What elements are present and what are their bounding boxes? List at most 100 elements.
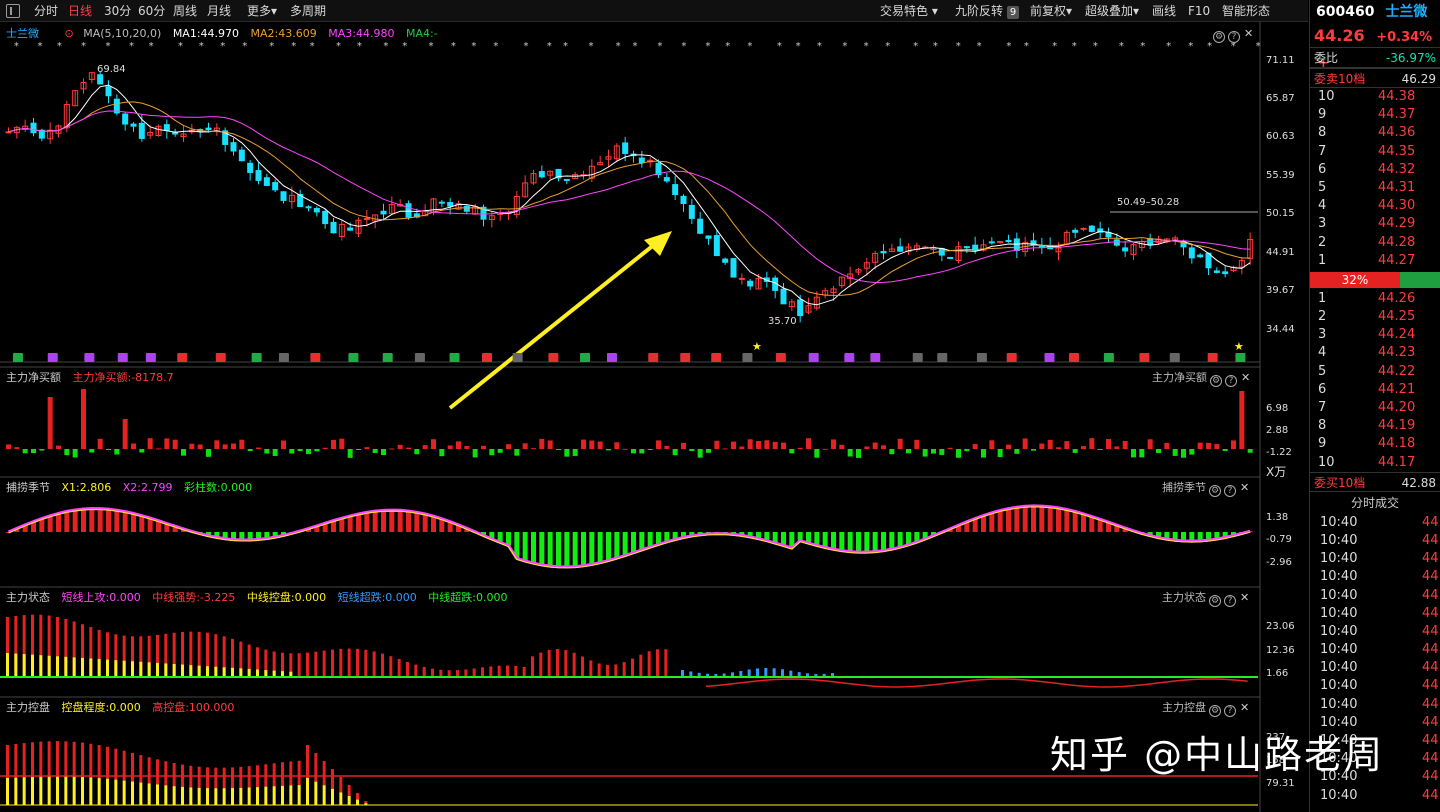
capital-bar: [231, 443, 236, 449]
capital-bar: [422, 445, 428, 449]
candle-body: [305, 206, 312, 209]
draw-line-button[interactable]: 画线: [1152, 3, 1176, 19]
control-bar: [106, 778, 109, 805]
capital-bar: [256, 447, 261, 449]
close-icon[interactable]: ✕: [1240, 590, 1249, 606]
control-bar: [322, 785, 326, 805]
candle-body: [322, 210, 329, 225]
close-icon[interactable]: ✕: [1241, 370, 1250, 386]
tab-60min[interactable]: 60分: [138, 3, 165, 19]
tab-timeshare[interactable]: 分时: [34, 3, 58, 19]
f10-button[interactable]: F10: [1188, 3, 1210, 19]
control-bar: [331, 769, 334, 789]
weibi-row: 委比 -36.97%: [1310, 48, 1440, 68]
candle-body: [130, 123, 137, 127]
star-marker: *: [1006, 41, 1011, 52]
control-bar: [264, 786, 268, 805]
settings-icon[interactable]: ⚙: [1209, 705, 1221, 717]
capital-bar: [989, 440, 995, 449]
price-axis-label: 39.67: [1266, 285, 1295, 296]
chart-area[interactable]: * * * * * * * * * * * * * * * * * * * * * * * * * * * * * * * * * * * * * * * *…: [0, 22, 1308, 812]
sidebar-toggle-icon[interactable]: [6, 4, 20, 18]
trade-feature-menu[interactable]: 交易特色 ▾: [880, 3, 938, 19]
control-bar: [6, 778, 9, 805]
star-marker: *: [796, 41, 801, 52]
state-bar: [264, 670, 268, 677]
help-icon[interactable]: ?: [1224, 485, 1236, 497]
control-bar: [31, 742, 34, 777]
nine-reversal-menu[interactable]: 九阶反转 9: [955, 3, 1020, 19]
control-bar: [181, 786, 184, 805]
tab-30min[interactable]: 30分: [104, 3, 131, 19]
tab-multi-period[interactable]: 多周期: [290, 3, 326, 19]
close-icon[interactable]: ✕: [1240, 480, 1249, 496]
capital-bar: [864, 446, 870, 449]
capital-bar: [747, 439, 753, 449]
state-bar: [606, 664, 609, 677]
candle-body: [122, 113, 129, 125]
season-bar: [97, 508, 103, 532]
ma-dropdown-icon[interactable]: ⊙: [65, 27, 74, 40]
candle-body: [730, 258, 737, 278]
star-marker: *: [777, 41, 782, 52]
control-bar: [247, 766, 251, 788]
more-menu[interactable]: 更多▾: [247, 3, 277, 19]
capital-bar: [756, 440, 761, 449]
state-bar: [422, 666, 426, 677]
tab-weekly[interactable]: 周线: [173, 3, 197, 19]
annotation-arrow-head: [644, 231, 672, 256]
control-bar: [339, 777, 343, 793]
capital-bar: [1089, 438, 1095, 449]
settings-icon[interactable]: ⚙: [1209, 595, 1221, 607]
candle-body: [663, 177, 670, 182]
help-icon[interactable]: ?: [1224, 705, 1236, 717]
capital-bar: [772, 441, 778, 449]
buy-level-row: 2 44.25: [1310, 308, 1440, 326]
help-icon[interactable]: ?: [1228, 31, 1240, 43]
help-icon[interactable]: ?: [1225, 375, 1237, 387]
star-marker: *: [524, 41, 529, 52]
level-price: 44.32: [1378, 161, 1416, 177]
trade-time: 10:40: [1320, 696, 1358, 712]
candle-body: [897, 246, 904, 252]
close-icon[interactable]: ✕: [1240, 700, 1249, 716]
star-marker: *: [106, 41, 111, 52]
star-marker: *: [563, 41, 568, 52]
stock-change: +0.34%: [1376, 30, 1433, 45]
season-panel-title-right: 捕捞季节: [1162, 481, 1206, 494]
signal-icon: [215, 353, 226, 362]
quote-sidebar: 600460 士兰微 44.26 +0.34% + 委比 -36.97% 委卖1…: [1309, 0, 1440, 812]
capital-bar: [189, 443, 195, 449]
state-axis-label: 23.06: [1266, 621, 1295, 632]
season-bar: [556, 532, 561, 567]
state-bar: [564, 650, 568, 677]
trades-title[interactable]: 分时成交: [1310, 492, 1440, 514]
close-icon[interactable]: ✕: [1244, 26, 1253, 42]
settings-icon[interactable]: ⚙: [1210, 375, 1222, 387]
tab-monthly[interactable]: 月线: [207, 3, 231, 19]
settings-icon[interactable]: ⚙: [1213, 31, 1225, 43]
tab-daily[interactable]: 日线: [68, 3, 92, 19]
state-bar: [39, 655, 43, 677]
adjust-menu[interactable]: 前复权▾: [1030, 3, 1072, 19]
season-bar: [47, 515, 53, 532]
settings-icon[interactable]: ⚙: [1209, 485, 1221, 497]
capital-axis-label: 2.88: [1266, 425, 1289, 436]
capital-bar: [106, 449, 111, 450]
help-icon[interactable]: ?: [1224, 595, 1236, 607]
level-label: 7: [1318, 400, 1327, 415]
capital-bar: [389, 448, 395, 450]
season-bar: [64, 511, 70, 532]
star-marker: *: [336, 41, 341, 52]
season-bar: [1072, 511, 1078, 532]
control-bar: [197, 766, 201, 788]
season-bars: 彩柱数:0.000: [183, 481, 253, 494]
level-label: 2: [1318, 309, 1327, 325]
chart-canvas[interactable]: * * * * * * * * * * * * * * * * * * * * * * * * * * * * * * * * * * * * * * * *…: [0, 22, 1308, 812]
overlay-menu[interactable]: 超级叠加▾: [1085, 3, 1139, 19]
season-bar: [847, 532, 853, 552]
star-marker: *: [220, 41, 225, 52]
state-bar: [172, 664, 176, 677]
state-bar: [764, 668, 768, 677]
smart-pattern-button[interactable]: 智能形态: [1222, 3, 1270, 19]
